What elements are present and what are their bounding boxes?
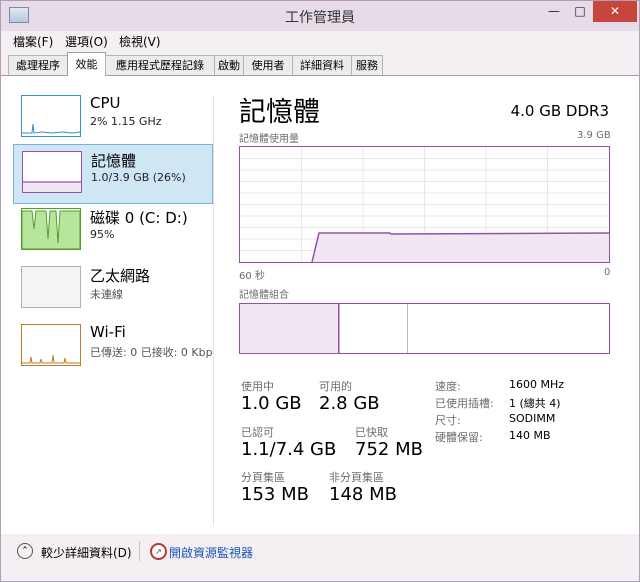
sidebar-item-title: 記憶體 xyxy=(91,152,137,170)
menu-bar: 檔案(F) 選項(O) 檢視(V) xyxy=(1,31,639,51)
sidebar-item-cpu[interactable]: CPU 2% 1.15 GHz xyxy=(13,89,211,147)
sidebar-item-ethernet[interactable]: 乙太網路 未連線 xyxy=(13,260,211,318)
close-button[interactable]: ✕ xyxy=(593,1,637,22)
performance-panel: CPU 2% 1.15 GHz 記憶體 1.0/3.9 GB (26%) 磁碟 … xyxy=(1,76,639,534)
memory-spec: 4.0 GB DDR3 xyxy=(510,102,609,120)
tab-performance[interactable]: 效能 xyxy=(67,52,106,76)
sidebar-divider xyxy=(213,96,214,526)
memory-usage-chart xyxy=(239,146,610,263)
composition-in-use xyxy=(240,304,339,353)
committed-label: 已認可 xyxy=(241,426,274,439)
tab-startup[interactable]: 啟動 xyxy=(214,55,244,75)
sidebar-item-subtitle: 2% 1.15 GHz xyxy=(90,115,162,128)
composition-standby xyxy=(407,304,408,353)
nonpaged-pool-value: 148 MB xyxy=(329,484,397,505)
available-value: 2.8 GB xyxy=(319,393,380,414)
composition-modified xyxy=(339,304,340,353)
tab-bar: 處理程序 效能 應用程式歷程記錄 啟動 使用者 詳細資料 服務 xyxy=(1,51,639,76)
spec-reserved-key: 硬體保留: xyxy=(435,431,483,444)
fewer-details-link[interactable]: 較少詳細資料(D) xyxy=(41,544,132,561)
sidebar-item-wifi[interactable]: Wi-Fi 已傳送: 0 已接收: 0 Kbps xyxy=(13,318,213,376)
sidebar-item-disk[interactable]: 磁碟 0 (C: D:) 95% xyxy=(13,202,211,260)
footer-bar: ⌃ 較少詳細資料(D) ↗ 開啟資源監視器 xyxy=(1,534,639,581)
sidebar-item-title: 磁碟 0 (C: D:) xyxy=(90,209,188,227)
tab-details[interactable]: 詳細資料 xyxy=(292,55,352,75)
sidebar-item-title: 乙太網路 xyxy=(90,267,151,285)
in-use-label: 使用中 xyxy=(241,380,274,393)
x-axis-right-label: 0 xyxy=(604,267,611,278)
tab-users[interactable]: 使用者 xyxy=(243,55,293,75)
paged-pool-value: 153 MB xyxy=(241,484,309,505)
maximize-button[interactable]: □ xyxy=(567,1,593,22)
title-bar: 工作管理員 — □ ✕ xyxy=(1,1,639,31)
task-manager-window: 工作管理員 — □ ✕ 檔案(F) 選項(O) 檢視(V) 處理程序 效能 應用… xyxy=(0,0,640,582)
spec-speed-key: 速度: xyxy=(435,380,461,393)
spec-speed-value: 1600 MHz xyxy=(509,378,565,391)
minimize-button[interactable]: — xyxy=(541,1,567,22)
cached-label: 已快取 xyxy=(355,426,388,439)
nonpaged-pool-label: 非分頁集區 xyxy=(329,471,384,484)
sidebar-item-memory[interactable]: 記憶體 1.0/3.9 GB (26%) xyxy=(13,144,213,204)
footer-divider xyxy=(139,541,140,561)
usage-chart-label: 記憶體使用量 xyxy=(239,134,299,145)
spec-slots-key: 已使用插槽: xyxy=(435,397,494,410)
cached-value: 752 MB xyxy=(355,439,423,460)
page-title: 記憶體 xyxy=(239,97,320,128)
tab-services[interactable]: 服務 xyxy=(351,55,383,75)
menu-file[interactable]: 檔案(F) xyxy=(13,33,53,50)
memory-composition-bar xyxy=(239,303,610,354)
spec-form-factor-value: SODIMM xyxy=(509,412,556,425)
disk-thumbnail xyxy=(21,208,81,250)
committed-value: 1.1/7.4 GB xyxy=(241,439,337,460)
open-resource-monitor-link[interactable]: 開啟資源監視器 xyxy=(169,544,253,561)
menu-options[interactable]: 選項(O) xyxy=(65,33,108,50)
spec-reserved-value: 140 MB xyxy=(509,429,551,442)
sidebar-item-title: Wi-Fi xyxy=(90,323,126,341)
tab-processes[interactable]: 處理程序 xyxy=(8,55,68,75)
chevron-up-icon[interactable]: ⌃ xyxy=(17,543,33,559)
sidebar-item-subtitle: 1.0/3.9 GB (26%) xyxy=(91,171,186,184)
menu-view[interactable]: 檢視(V) xyxy=(119,33,161,50)
sidebar-item-subtitle: 未連線 xyxy=(90,288,123,301)
spec-form-factor-key: 尺寸: xyxy=(435,414,461,427)
sidebar-item-title: CPU xyxy=(90,94,121,112)
tab-app-history[interactable]: 應用程式歷程記錄 xyxy=(105,55,215,75)
usage-chart-max: 3.9 GB xyxy=(577,130,611,141)
sidebar-item-subtitle: 已傳送: 0 已接收: 0 Kbps xyxy=(90,346,213,359)
memory-thumbnail xyxy=(22,151,82,193)
x-axis-left-label: 60 秒 xyxy=(239,271,265,282)
in-use-value: 1.0 GB xyxy=(241,393,302,414)
wifi-thumbnail xyxy=(21,324,81,366)
composition-label: 記憶體組合 xyxy=(239,290,289,301)
spec-slots-value: 1 (總共 4) xyxy=(509,397,561,410)
available-label: 可用的 xyxy=(319,380,352,393)
resource-monitor-icon[interactable]: ↗ xyxy=(150,543,167,560)
paged-pool-label: 分頁集區 xyxy=(241,471,285,484)
sidebar-item-subtitle: 95% xyxy=(90,228,115,241)
ethernet-thumbnail xyxy=(21,266,81,308)
cpu-thumbnail xyxy=(21,95,81,137)
